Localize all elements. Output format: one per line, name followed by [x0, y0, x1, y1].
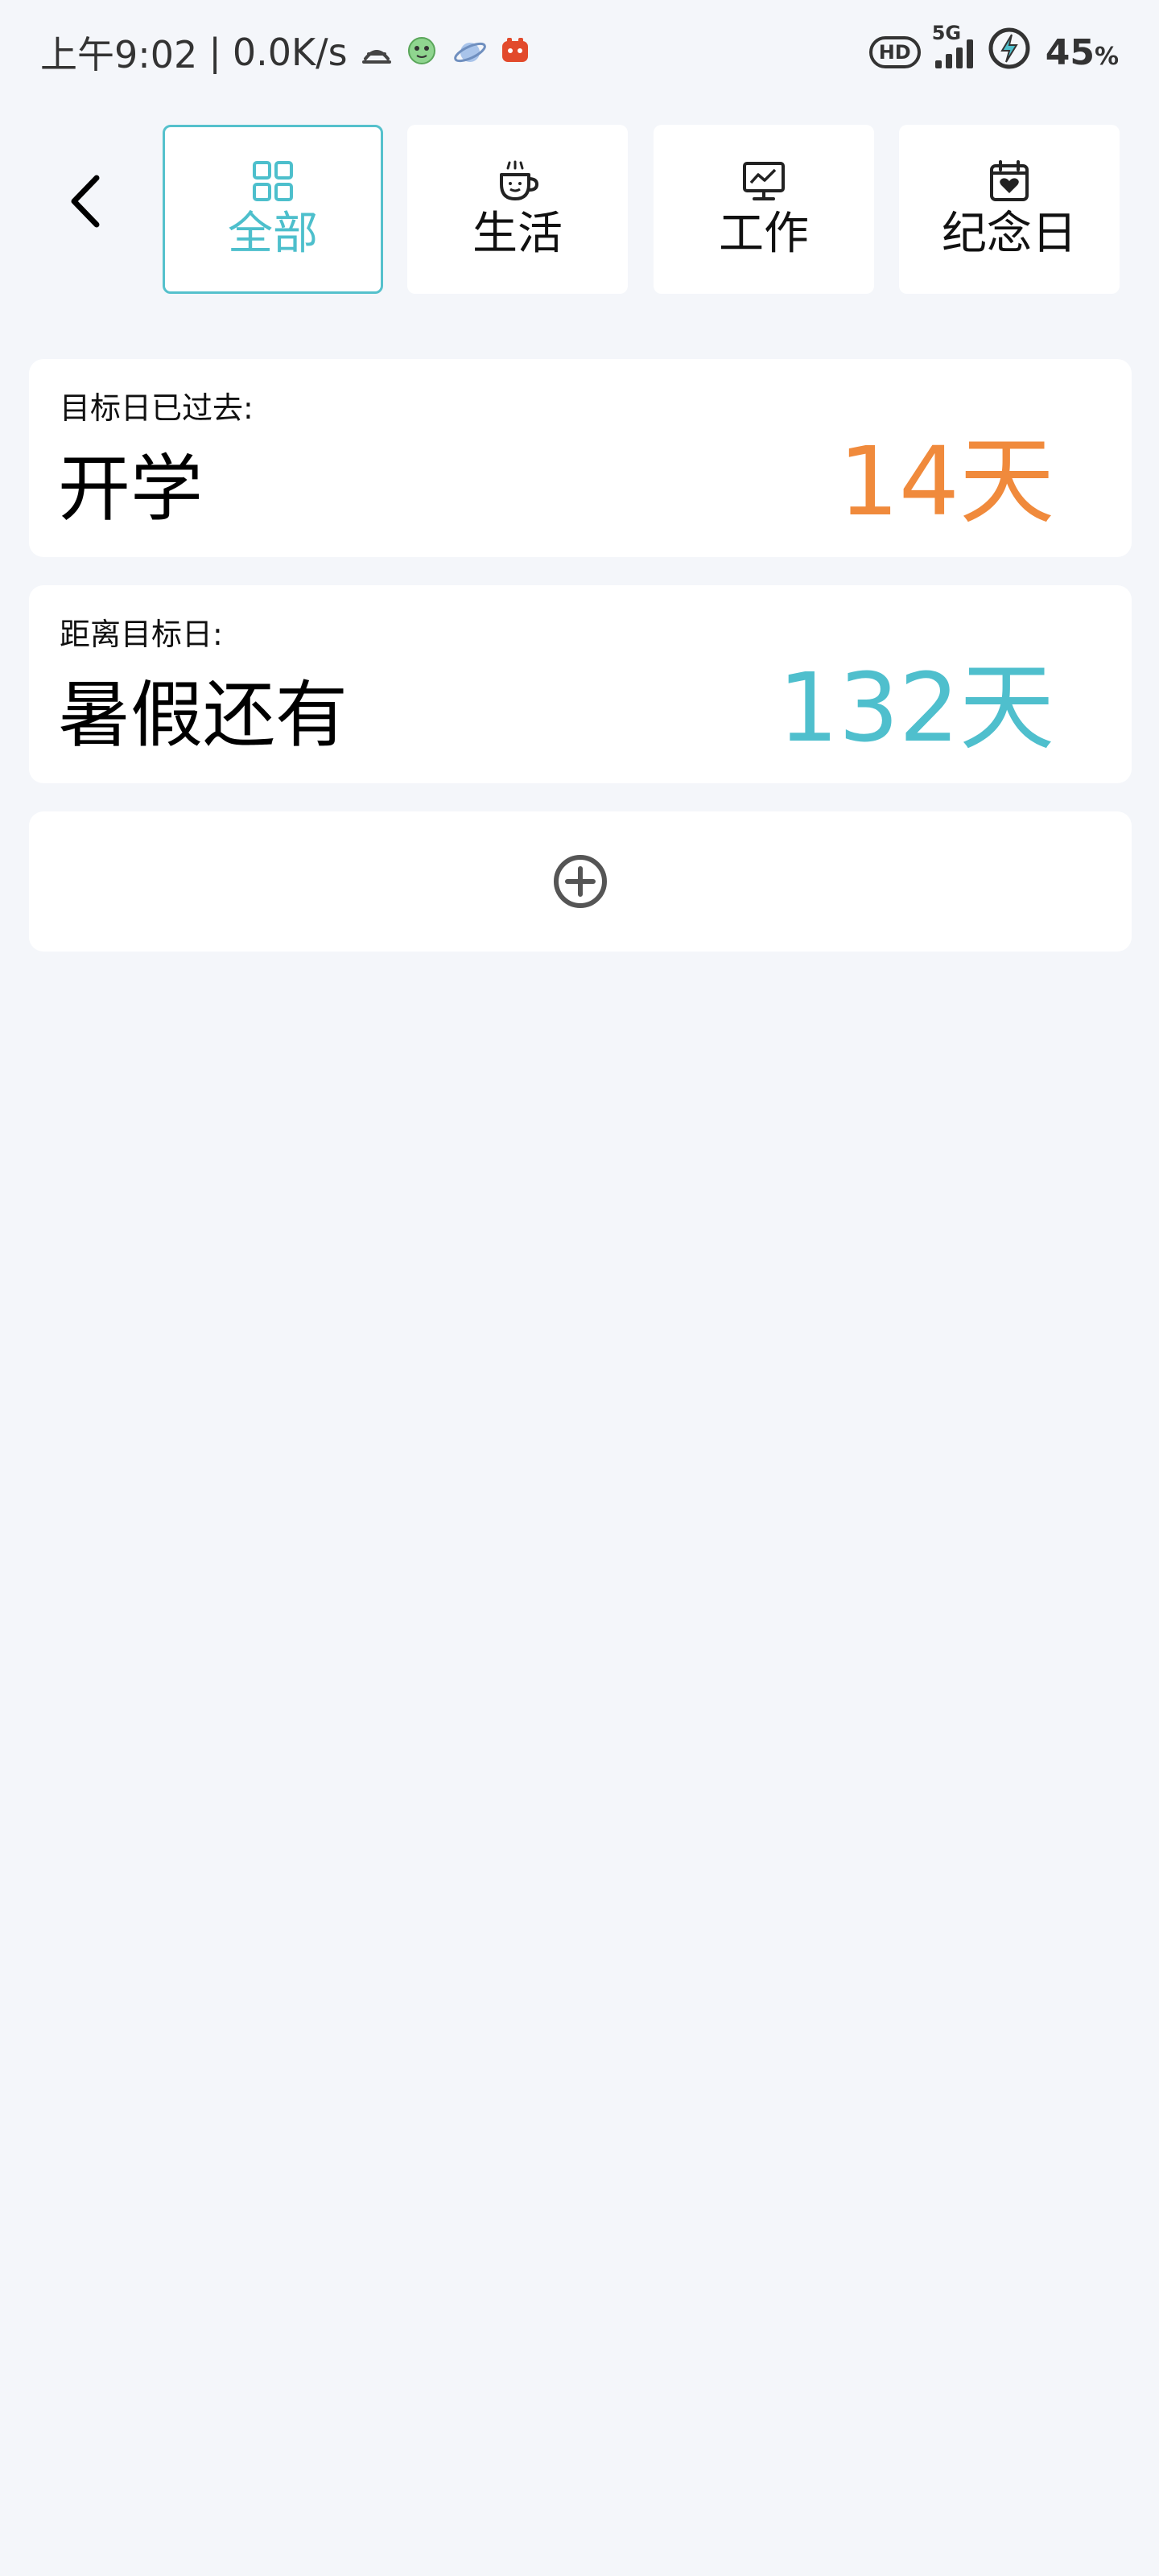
chevron-left-icon: [71, 175, 100, 228]
tab-work-label: 工作: [719, 207, 809, 260]
battery-percent: 45%: [1045, 31, 1119, 73]
tab-all-label: 全部: [228, 207, 318, 260]
monitor-chart-icon: [743, 161, 785, 200]
event-card-vacation[interactable]: 距离目标日: 暑假还有 132天: [29, 585, 1132, 783]
frog-app-icon: [406, 35, 441, 70]
tab-all[interactable]: 全部: [163, 125, 383, 294]
tab-life-label: 生活: [472, 207, 563, 260]
tab-anniversary[interactable]: 纪念日: [899, 125, 1120, 294]
red-app-icon: [499, 35, 534, 70]
event-title: 暑假还有: [58, 673, 348, 758]
calendar-heart-icon: [990, 159, 1029, 201]
tab-anniversary-label: 纪念日: [942, 207, 1077, 260]
event-card-school[interactable]: 目标日已过去: 开学 14天: [29, 359, 1132, 557]
event-subtitle: 目标日已过去:: [60, 390, 254, 426]
tab-life[interactable]: 生活: [407, 125, 628, 294]
hd-badge: HD: [868, 36, 921, 68]
status-separator: |: [208, 31, 221, 74]
coffee-cup-icon: [500, 160, 539, 200]
event-title: 开学: [58, 447, 203, 531]
charging-battery-icon: [988, 27, 1031, 79]
event-days: 14天: [838, 426, 1054, 537]
status-left: 上午9:02 | 0.0K/s: [40, 24, 534, 80]
grid-icon: [253, 160, 293, 201]
add-event-button[interactable]: [29, 811, 1132, 952]
plus-circle-icon: [554, 855, 607, 908]
status-bar: 上午9:02 | 0.0K/s HD 5G 45%: [0, 0, 1159, 105]
event-days: 132天: [777, 652, 1054, 763]
status-time: 上午9:02: [40, 33, 198, 76]
planet-app-icon: [452, 35, 488, 70]
network-type: 5G: [931, 22, 962, 44]
status-right: HD 5G 45%: [868, 22, 1119, 80]
tab-work[interactable]: 工作: [654, 125, 874, 294]
screen: 上午9:02 | 0.0K/s HD 5G 45% 全部 生活 工作 纪念日 目…: [0, 0, 1159, 2576]
signal-icon: 5G: [932, 22, 973, 68]
hat-icon: [359, 35, 394, 70]
back-button[interactable]: [56, 161, 113, 242]
status-net-speed: 0.0K/s: [232, 31, 348, 74]
event-subtitle: 距离目标日:: [60, 617, 223, 652]
